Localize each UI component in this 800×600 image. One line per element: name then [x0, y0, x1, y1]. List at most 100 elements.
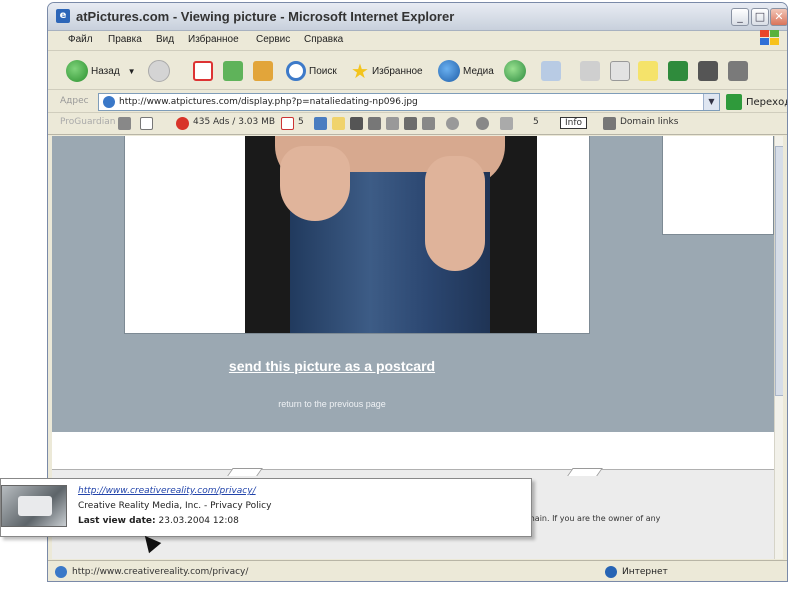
chevron-down-icon[interactable]: ▼: [703, 94, 719, 110]
tools-icon: [728, 61, 748, 81]
last-view-label: Last view date:: [78, 516, 156, 526]
footer-tab: [227, 468, 263, 476]
go-arrow-icon: [726, 94, 742, 110]
forward-button[interactable]: [148, 58, 173, 84]
return-link[interactable]: return to the previous page: [52, 399, 612, 409]
block-icon[interactable]: [176, 117, 189, 130]
vertical-scrollbar[interactable]: [774, 136, 783, 559]
picture-image[interactable]: [245, 136, 537, 333]
go-button[interactable]: Переход: [726, 93, 788, 111]
cookie-count: 5: [533, 117, 539, 127]
menu-tools[interactable]: Сервис: [256, 34, 290, 45]
mail-icon: [541, 61, 561, 81]
window-title: atPictures.com - Viewing picture - Micro…: [76, 9, 455, 24]
notes-icon: [638, 61, 658, 81]
search-button[interactable]: Поиск: [286, 58, 337, 84]
search-icon: [286, 61, 306, 81]
picture-frame: [124, 136, 590, 334]
close-button[interactable]: ✕: [770, 8, 787, 26]
footer-text: main. If you are the owner of any: [527, 514, 661, 523]
ie-app-icon: e: [56, 9, 70, 23]
info-icon[interactable]: [140, 117, 153, 130]
print-icon: [580, 61, 600, 81]
history-button[interactable]: [504, 58, 529, 84]
cut-icon[interactable]: [386, 117, 399, 130]
chevron-down-icon: ▼: [127, 66, 136, 76]
stop-button[interactable]: [193, 58, 213, 84]
mouse-icon[interactable]: [446, 117, 459, 130]
menu-file[interactable]: Файл: [68, 34, 93, 45]
speaker-icon[interactable]: [476, 117, 489, 130]
tools-button[interactable]: [728, 58, 748, 84]
plugin-toolbar: ProGuardian 435 Ads / 3.03 MB 5 5 Info D…: [48, 113, 787, 135]
media-button[interactable]: Медиа: [438, 58, 494, 84]
favorites-label: Избранное: [371, 65, 423, 77]
messenger-icon: [668, 61, 688, 81]
footer-tab: [567, 468, 603, 476]
back-button[interactable]: Назад ▼: [66, 58, 136, 84]
menu-favorites[interactable]: Избранное: [188, 34, 239, 45]
menu-bar: Файл Правка Вид Избранное Сервис Справка: [48, 31, 787, 51]
back-icon: [66, 60, 88, 82]
picture-detail: [425, 156, 485, 271]
tools-icon[interactable]: [118, 117, 131, 130]
title-bar: e atPictures.com - Viewing picture - Mic…: [48, 3, 787, 31]
page-icon: [55, 566, 67, 578]
favorites-button[interactable]: ★ Избранное: [351, 58, 423, 84]
go-label: Переход: [746, 96, 788, 108]
research-button[interactable]: [698, 58, 718, 84]
document-icon[interactable]: [332, 117, 345, 130]
maximize-button[interactable]: □: [751, 8, 769, 26]
edit-button[interactable]: [610, 58, 630, 84]
image-icon[interactable]: [314, 117, 327, 130]
popup-icon[interactable]: [281, 117, 294, 130]
frame-icon[interactable]: [404, 117, 417, 130]
grid-icon[interactable]: [422, 117, 435, 130]
link-icon[interactable]: [350, 117, 363, 130]
info-button[interactable]: Info: [560, 117, 588, 129]
stop-icon: [193, 61, 213, 81]
tooltip-url[interactable]: http://www.creativereality.com/privacy/: [78, 486, 256, 496]
history-icon: [504, 60, 526, 82]
address-label: Адрес: [60, 96, 89, 106]
address-url: http://www.atpictures.com/display.php?p=…: [119, 97, 418, 107]
print-button[interactable]: [580, 58, 600, 84]
messenger-button[interactable]: [668, 58, 688, 84]
media-label: Медиа: [463, 65, 494, 77]
address-bar: Адрес http://www.atpictures.com/display.…: [48, 91, 787, 113]
ads-counter: 435 Ads / 3.03 MB: [193, 117, 276, 127]
research-icon: [698, 61, 718, 81]
refresh-icon: [223, 61, 243, 81]
scroll-thumb[interactable]: [775, 146, 783, 396]
search-label: Поиск: [309, 65, 337, 77]
notes-button[interactable]: [638, 58, 658, 84]
postcard-link[interactable]: send this picture as a postcard: [52, 358, 612, 374]
home-button[interactable]: [253, 58, 273, 84]
mail-button[interactable]: [541, 58, 561, 84]
refresh-button[interactable]: [223, 58, 243, 84]
domain-icon: [603, 117, 616, 130]
standard-toolbar: Назад ▼ Поиск ★ Избранное Медиа: [48, 52, 787, 90]
status-bar: http://www.creativereality.com/privacy/ …: [48, 560, 787, 581]
domain-links-button[interactable]: Domain links: [620, 117, 678, 127]
last-view-value: 23.03.2004 12:08: [158, 516, 239, 526]
menu-view[interactable]: Вид: [156, 34, 174, 45]
menu-edit[interactable]: Правка: [108, 34, 142, 45]
link-preview-tooltip: http://www.creativereality.com/privacy/ …: [0, 478, 532, 537]
menu-help[interactable]: Справка: [304, 34, 343, 45]
plugin-label: ProGuardian: [60, 117, 116, 127]
minimize-button[interactable]: _: [731, 8, 749, 26]
home-icon: [253, 61, 273, 81]
address-input[interactable]: http://www.atpictures.com/display.php?p=…: [98, 93, 720, 111]
tooltip-last-view: Last view date: 23.03.2004 12:08: [78, 516, 239, 526]
side-banner: [662, 136, 774, 235]
cookie-icon[interactable]: [500, 117, 513, 130]
status-url: http://www.creativereality.com/privacy/: [72, 567, 249, 577]
page-icon: [103, 96, 115, 108]
security-zone: Интернет: [622, 567, 668, 577]
camera-icon[interactable]: [368, 117, 381, 130]
media-icon: [438, 60, 460, 82]
windows-logo-icon: [759, 29, 781, 47]
edit-icon: [610, 61, 630, 81]
tooltip-title: Creative Reality Media, Inc. - Privacy P…: [78, 501, 272, 511]
